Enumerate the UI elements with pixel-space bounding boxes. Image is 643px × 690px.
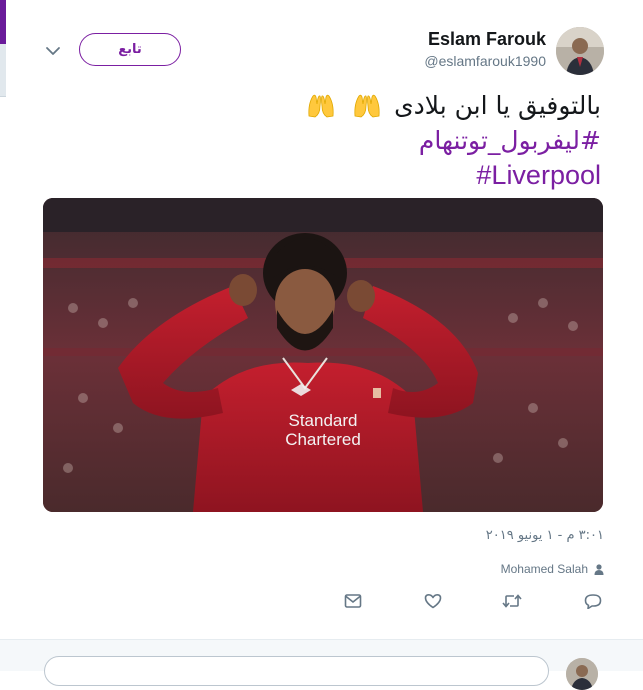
- reply-button[interactable]: [581, 589, 605, 613]
- raising-hands-emoji-icon: [308, 94, 334, 118]
- like-button[interactable]: [421, 589, 445, 613]
- reply-area: [0, 639, 643, 690]
- direct-message-button[interactable]: [341, 589, 365, 613]
- retweet-icon: [502, 594, 522, 608]
- hashtag-link[interactable]: #ليفربول_توتنهام: [419, 126, 601, 155]
- shirt-sponsor-text: Standard: [289, 411, 358, 430]
- tweet-text: بالتوفيق يا ابن بلادى #ليفربول_توتنهام #…: [302, 88, 601, 193]
- left-side-panel: [0, 44, 6, 96]
- avatar: [566, 658, 598, 690]
- direct-message-icon: [344, 594, 362, 608]
- hashtag-link[interactable]: #Liverpool: [476, 158, 601, 193]
- author-name[interactable]: Eslam Farouk: [428, 29, 546, 50]
- tweet-timestamp[interactable]: ٣:٠١ م - ١ يونيو ٢٠١٩: [486, 528, 604, 543]
- author-handle[interactable]: @eslamfarouk1990: [424, 53, 546, 69]
- person-icon: [594, 563, 604, 575]
- chevron-down-icon[interactable]: [44, 44, 62, 58]
- follow-button[interactable]: تابع: [79, 33, 181, 66]
- tweet-actions: [0, 589, 643, 613]
- shirt-sponsor-text: Chartered: [285, 430, 361, 449]
- retweet-button[interactable]: [500, 589, 524, 613]
- avatar[interactable]: [556, 27, 604, 75]
- tagged-user-name[interactable]: Mohamed Salah: [501, 562, 588, 576]
- like-icon: [424, 594, 442, 609]
- tweet-line-1: بالتوفيق يا ابن بلادى: [302, 88, 601, 123]
- left-accent-bar: [0, 0, 6, 44]
- raising-hands-emoji-icon: [354, 94, 380, 118]
- reply-input[interactable]: [44, 656, 549, 686]
- tagged-users[interactable]: Mohamed Salah: [501, 562, 604, 576]
- tweet-photo[interactable]: Standard Chartered: [43, 198, 603, 512]
- reply-icon: [584, 594, 602, 609]
- tweet-message: بالتوفيق يا ابن بلادى: [394, 91, 601, 120]
- divider: [0, 96, 6, 97]
